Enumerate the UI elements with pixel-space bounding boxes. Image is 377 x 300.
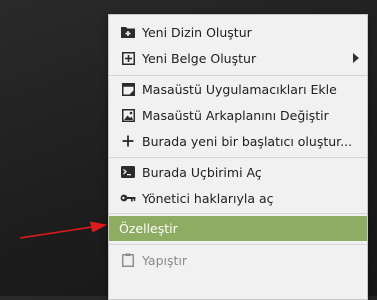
menu-item-label: Özelleştir (119, 221, 178, 236)
menu-item-label: Yönetici haklarıyla aç (142, 190, 274, 206)
menu-item-label: Masaüstü Uygulamacıkları Ekle (142, 81, 337, 97)
new-document-icon (120, 50, 136, 66)
terminal-icon (120, 164, 136, 180)
menu-item-label: Burada yeni bir başlatıcı oluştur... (142, 133, 353, 149)
plus-icon (120, 133, 136, 149)
menu-item-customize[interactable]: Özelleştir (109, 216, 367, 241)
menu-item-label: Masaüstü Arkaplanını Değiştir (142, 107, 329, 123)
desklet-icon (120, 81, 136, 97)
menu-item-label: Yapıştır (142, 252, 188, 268)
menu-separator (109, 157, 367, 158)
menu-separator (109, 213, 367, 214)
new-folder-icon (120, 24, 136, 40)
submenu-arrow-icon (353, 53, 359, 63)
menu-item-label: Yeni Dizin Oluştur (142, 24, 252, 40)
menu-item-new-folder[interactable]: Yeni Dizin Oluştur (109, 19, 367, 45)
menu-item-change-background[interactable]: Masaüstü Arkaplanını Değiştir (109, 102, 367, 128)
menu-item-paste[interactable]: Yapıştır (109, 247, 367, 273)
key-icon (120, 190, 136, 206)
menu-item-open-as-root[interactable]: Yönetici haklarıyla aç (109, 185, 367, 211)
desktop-context-menu: Yeni Dizin Oluştur Yeni Belge Oluştur Ma… (108, 14, 368, 300)
menu-item-label: Burada Uçbirimi Aç (142, 164, 262, 180)
menu-separator (109, 244, 367, 245)
menu-item-create-launcher[interactable]: Burada yeni bir başlatıcı oluştur... (109, 128, 367, 154)
wallpaper-icon (120, 107, 136, 123)
menu-item-label: Yeni Belge Oluştur (142, 50, 257, 66)
menu-item-new-document[interactable]: Yeni Belge Oluştur (109, 45, 367, 71)
menu-item-add-desklets[interactable]: Masaüstü Uygulamacıkları Ekle (109, 76, 367, 102)
menu-item-open-terminal[interactable]: Burada Uçbirimi Aç (109, 159, 367, 185)
clipboard-icon (120, 252, 136, 268)
